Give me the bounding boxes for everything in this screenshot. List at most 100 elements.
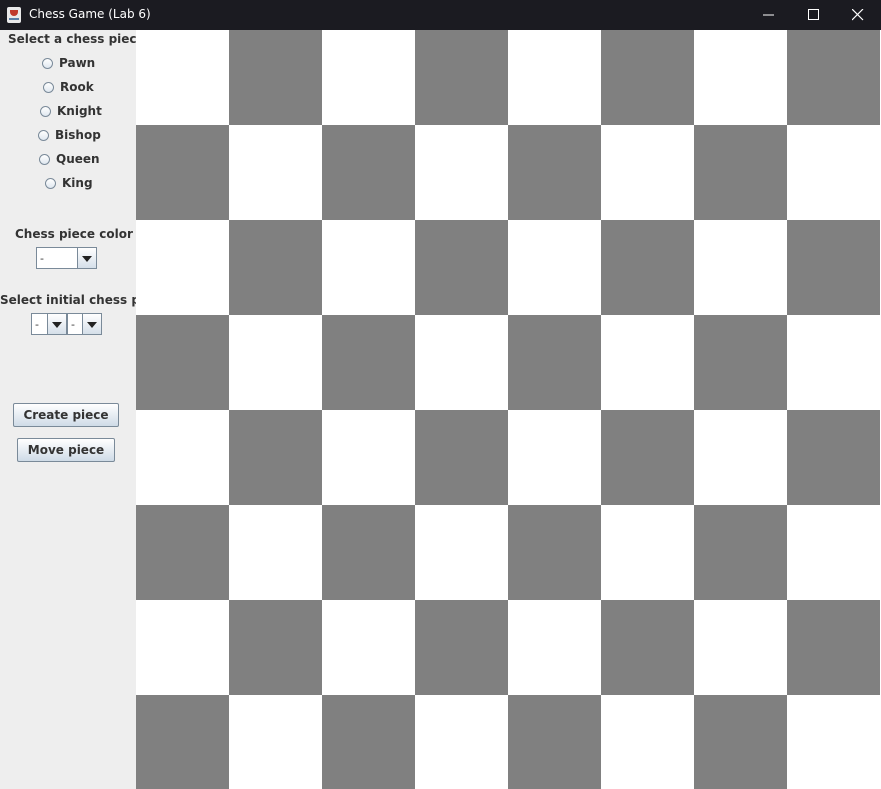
radio-label: Rook [60,80,94,94]
radio-queen[interactable]: Queen [39,150,100,168]
board-square[interactable] [601,695,694,789]
board-square[interactable] [322,315,415,410]
board-square[interactable] [322,30,415,125]
close-button[interactable] [835,0,881,30]
board-square[interactable] [229,505,322,600]
board-square[interactable] [694,695,787,789]
board-square[interactable] [415,505,508,600]
board-square[interactable] [601,410,694,505]
board-square[interactable] [322,125,415,220]
maximize-icon [808,9,819,20]
position-column-select[interactable]: - [31,313,67,335]
chevron-down-icon[interactable] [47,314,66,334]
title-bar: Chess Game (Lab 6) [0,0,881,30]
chevron-down-icon[interactable] [82,314,101,334]
chevron-down-icon[interactable] [77,248,96,268]
board-square[interactable] [787,695,880,789]
board-square[interactable] [787,505,880,600]
board-square[interactable] [601,600,694,695]
board-square[interactable] [601,30,694,125]
piece-heading: Select a chess piece [8,32,145,46]
board-square[interactable] [415,30,508,125]
board-square[interactable] [694,30,787,125]
board-square[interactable] [601,505,694,600]
minimize-button[interactable] [746,0,792,30]
board-square[interactable] [136,315,229,410]
board-square[interactable] [229,695,322,789]
color-select[interactable]: - [36,247,97,269]
board-square[interactable] [508,695,601,789]
board-square[interactable] [136,30,229,125]
board-square[interactable] [229,30,322,125]
board-square[interactable] [415,695,508,789]
window-title: Chess Game (Lab 6) [29,7,151,21]
board-square[interactable] [601,315,694,410]
position-column-value: - [35,318,39,331]
board-square[interactable] [508,30,601,125]
board-square[interactable] [787,220,880,315]
board-square[interactable] [415,125,508,220]
board-square[interactable] [508,125,601,220]
board-square[interactable] [322,600,415,695]
board-square[interactable] [136,125,229,220]
radio-button-icon[interactable] [45,177,56,189]
move-piece-button[interactable]: Move piece [17,438,115,462]
board-square[interactable] [415,600,508,695]
board-square[interactable] [508,315,601,410]
radio-knight[interactable]: Knight [40,102,102,120]
board-square[interactable] [229,315,322,410]
board-square[interactable] [787,600,880,695]
board-square[interactable] [787,125,880,220]
board-square[interactable] [415,410,508,505]
radio-label: Bishop [55,128,101,142]
board-square[interactable] [229,410,322,505]
board-square[interactable] [508,410,601,505]
board-square[interactable] [508,220,601,315]
radio-button-icon[interactable] [42,57,53,69]
board-square[interactable] [694,505,787,600]
position-row-select[interactable]: - [67,313,102,335]
board-square[interactable] [694,220,787,315]
board-square[interactable] [322,220,415,315]
board-square[interactable] [322,505,415,600]
board-square[interactable] [322,410,415,505]
board-square[interactable] [694,125,787,220]
board-square[interactable] [136,600,229,695]
board-square[interactable] [415,220,508,315]
position-row-value: - [71,318,75,331]
board-square[interactable] [601,220,694,315]
create-piece-button[interactable]: Create piece [13,403,119,427]
board-square[interactable] [787,410,880,505]
board-square[interactable] [787,30,880,125]
radio-bishop[interactable]: Bishop [38,126,101,144]
radio-button-icon[interactable] [43,81,54,93]
radio-button-icon[interactable] [40,105,51,117]
board-square[interactable] [694,315,787,410]
maximize-button[interactable] [791,0,837,30]
board-square[interactable] [322,695,415,789]
board-square[interactable] [415,315,508,410]
board-square[interactable] [508,600,601,695]
board-square[interactable] [136,410,229,505]
radio-label: Queen [56,152,100,166]
radio-label: Pawn [59,56,96,70]
board-square[interactable] [136,695,229,789]
close-icon [852,9,864,21]
board-square[interactable] [694,600,787,695]
radio-button-icon[interactable] [38,129,49,141]
board-square[interactable] [694,410,787,505]
radio-pawn[interactable]: Pawn [42,54,95,72]
board-square[interactable] [787,315,880,410]
board-square[interactable] [229,220,322,315]
radio-label: King [62,176,93,190]
board-square[interactable] [601,125,694,220]
radio-rook[interactable]: Rook [43,78,94,96]
board-square[interactable] [229,125,322,220]
board-square[interactable] [508,505,601,600]
radio-king[interactable]: King [45,174,93,192]
radio-button-icon[interactable] [39,153,50,165]
chessboard[interactable] [136,30,881,789]
board-square[interactable] [136,505,229,600]
board-square[interactable] [229,600,322,695]
board-square[interactable] [136,220,229,315]
